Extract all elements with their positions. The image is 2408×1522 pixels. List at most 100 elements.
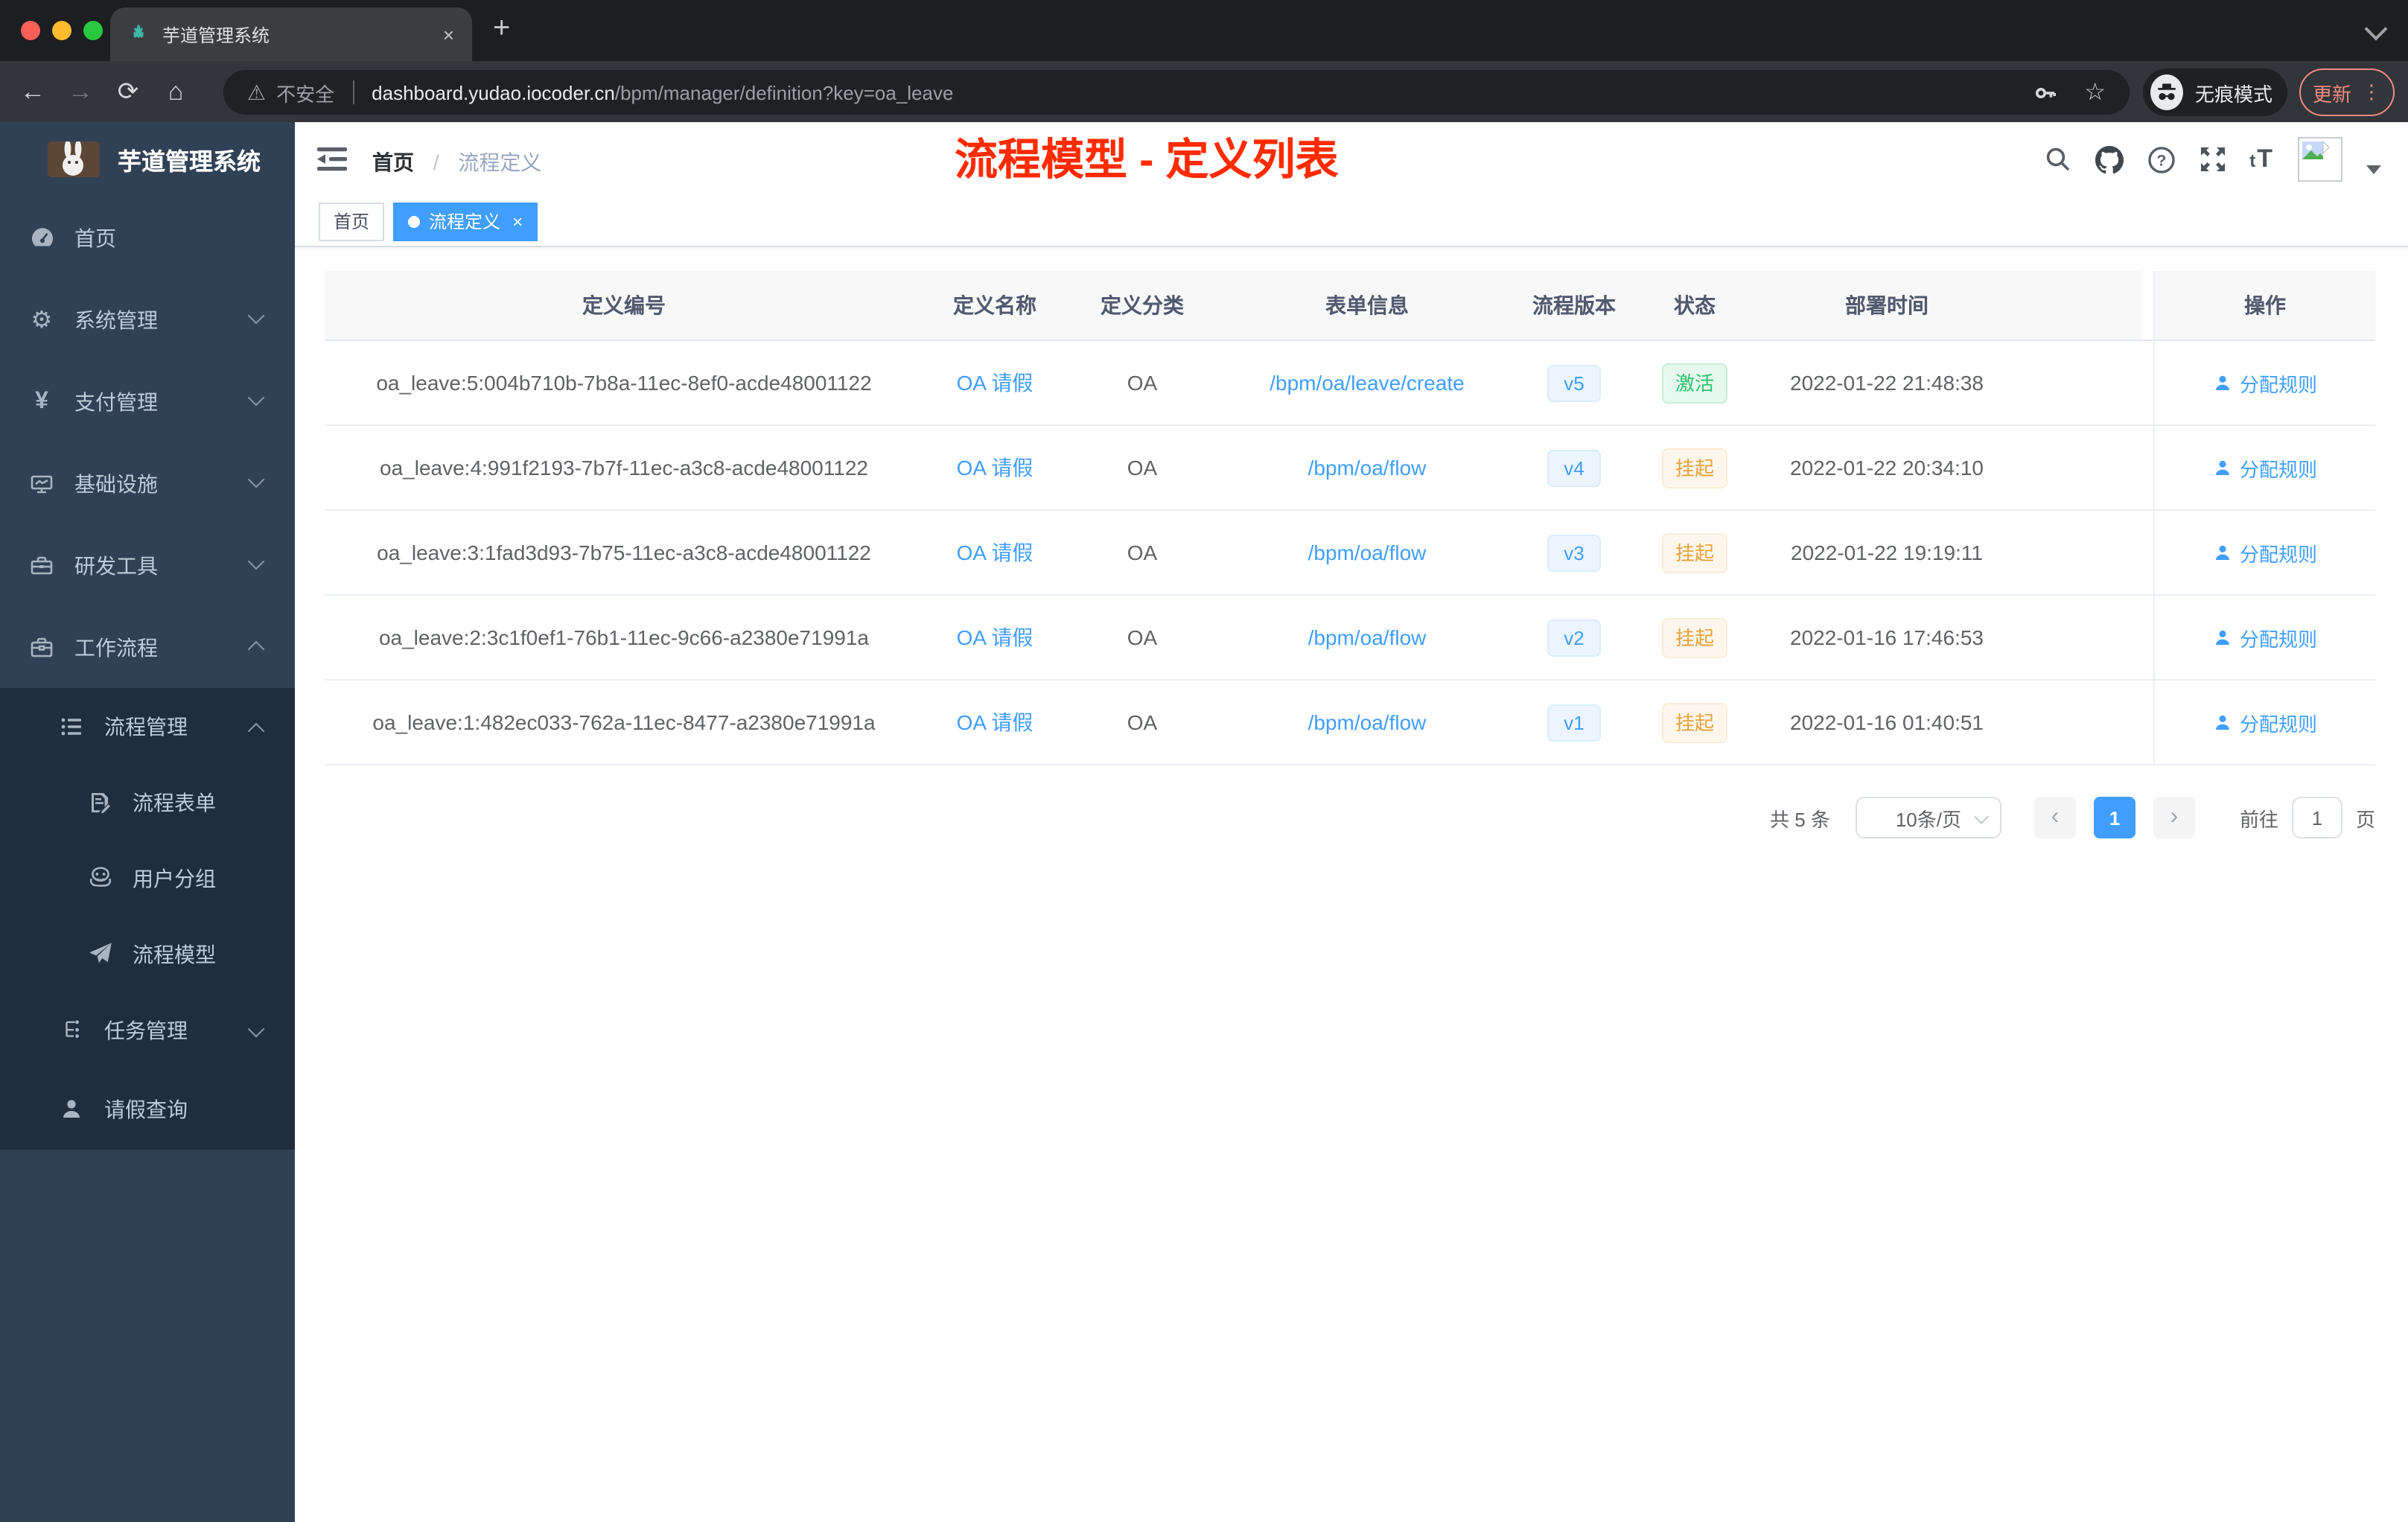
- sidebar-item-process-form[interactable]: 流程表单: [0, 764, 295, 840]
- browser-window: 芋道管理系统 × + ← → ⟳ ⌂ ⚠ 不安全 dashboard.yudao…: [0, 0, 2408, 1522]
- pagination-total: 共 5 条: [1770, 808, 1830, 830]
- tab-search-chevron-icon[interactable]: [2364, 17, 2388, 41]
- sidebar-item-task-management[interactable]: 任务管理: [0, 992, 295, 1068]
- column-header: 表单信息: [1218, 271, 1516, 340]
- reload-icon[interactable]: ⟳: [107, 61, 149, 122]
- form-link[interactable]: /bpm/oa/flow: [1308, 625, 1427, 649]
- browser-tab[interactable]: 芋道管理系统 ×: [110, 7, 472, 61]
- forward-icon[interactable]: →: [60, 61, 101, 122]
- user-icon: [2216, 544, 2229, 559]
- assign-rule-label: 分配规则: [2239, 458, 2317, 480]
- form-link[interactable]: /bpm/oa/flow: [1308, 710, 1427, 734]
- key-icon[interactable]: [2032, 80, 2057, 105]
- address-bar[interactable]: ⚠ 不安全 dashboard.yudao.iocoder.cn/bpm/man…: [223, 70, 2130, 115]
- goto-page-input[interactable]: [2291, 797, 2342, 838]
- toolbox-icon: [28, 552, 55, 579]
- sidebar-item-leave-query[interactable]: 请假查询: [0, 1068, 295, 1150]
- sidebar-collapse-icon[interactable]: [317, 146, 347, 173]
- table-row: oa_leave:1:482ec033-762a-11ec-8477-a2380…: [325, 681, 2375, 765]
- prev-page-button[interactable]: ‹: [2033, 797, 2076, 838]
- help-icon[interactable]: ?: [2147, 145, 2175, 173]
- assign-rule-link[interactable]: 分配规则: [2213, 623, 2317, 652]
- deploy-time: 2022-01-22 19:19:11: [1791, 541, 1983, 564]
- svg-text:?: ?: [2156, 152, 2166, 169]
- status-badge: 挂起: [1661, 702, 1727, 742]
- status-badge: 激活: [1661, 363, 1727, 403]
- new-tab-button[interactable]: +: [493, 12, 510, 46]
- column-header: 定义编号: [325, 271, 923, 340]
- sidebar-item-label: 系统管理: [74, 308, 158, 331]
- browser-update-button[interactable]: 更新 ⋮: [2299, 69, 2395, 116]
- github-icon[interactable]: [2095, 145, 2124, 173]
- sidebar-item-home[interactable]: 首页: [0, 197, 295, 278]
- definition-table: 定义编号 定义名称 定义分类 表单信息 流程版本 状态 部署时间 操作 oa_l…: [325, 271, 2375, 765]
- deploy-time: 2022-01-16 17:46:53: [1790, 625, 1984, 649]
- search-icon[interactable]: [2044, 146, 2071, 173]
- sidebar-item-infrastructure[interactable]: 基础设施: [0, 442, 295, 524]
- sidebar-item-label: 流程表单: [133, 790, 216, 814]
- browser-menu-dots-icon[interactable]: ⋮: [2362, 82, 2381, 101]
- definition-name-link[interactable]: OA 请假: [957, 707, 1033, 737]
- next-page-button[interactable]: ›: [2153, 797, 2195, 838]
- assign-rule-link[interactable]: 分配规则: [2213, 369, 2317, 397]
- definition-id: oa_leave:5:004b710b-7b8a-11ec-8ef0-acde4…: [376, 371, 872, 395]
- definition-name-link[interactable]: OA 请假: [957, 453, 1033, 483]
- dashboard-icon: [28, 224, 55, 251]
- current-page-button[interactable]: 1: [2093, 797, 2135, 838]
- sidebar-item-payment[interactable]: ¥ 支付管理: [0, 360, 295, 442]
- column-header: 状态: [1632, 271, 1757, 340]
- monitor-icon: [28, 470, 55, 497]
- form-link[interactable]: /bpm/oa/flow: [1308, 541, 1427, 564]
- minimize-window-button[interactable]: [52, 21, 71, 40]
- tab-close-icon[interactable]: ×: [443, 23, 454, 45]
- security-warning-icon[interactable]: ⚠: [247, 80, 266, 105]
- back-icon[interactable]: ←: [12, 61, 54, 122]
- definition-category: OA: [1127, 541, 1158, 564]
- definition-name-link[interactable]: OA 请假: [957, 623, 1033, 652]
- status-badge: 挂起: [1661, 617, 1727, 657]
- bookmark-star-icon[interactable]: ☆: [2084, 77, 2106, 107]
- column-header: 定义名称: [923, 271, 1066, 340]
- incognito-badge: 无痕模式: [2143, 69, 2287, 116]
- zoom-window-button[interactable]: [83, 21, 103, 40]
- sidebar-item-process-model[interactable]: 流程模型: [0, 916, 295, 992]
- avatar[interactable]: [2298, 137, 2342, 182]
- table-row: oa_leave:2:3c1f0ef1-76b1-11ec-9c66-a2380…: [325, 596, 2375, 681]
- definition-name-link[interactable]: OA 请假: [957, 538, 1033, 567]
- tree-icon: [58, 1016, 85, 1043]
- top-navbar: 首页 / 流程定义 流程模型 - 定义列表 ? tT: [295, 122, 2408, 197]
- assign-rule-link[interactable]: 分配规则: [2213, 708, 2317, 736]
- avatar-caret-icon[interactable]: [2366, 165, 2381, 174]
- tag-process-definition[interactable]: 流程定义 ×: [393, 202, 538, 241]
- home-icon[interactable]: ⌂: [155, 61, 197, 122]
- window-controls: [21, 21, 103, 40]
- tab-strip: 芋道管理系统 × +: [0, 0, 2408, 61]
- assign-rule-link[interactable]: 分配规则: [2213, 538, 2317, 567]
- sidebar: 芋道管理系统 首页 ⚙ 系统管理 ¥ 支付管理 基础设施 研发工具 工作流程 流…: [0, 122, 295, 1522]
- close-window-button[interactable]: [21, 21, 40, 40]
- tag-home[interactable]: 首页: [319, 202, 385, 241]
- page-size-select[interactable]: 10条/页: [1855, 797, 2001, 838]
- sidebar-item-label: 用户分组: [133, 866, 216, 890]
- tag-close-icon[interactable]: ×: [512, 211, 523, 232]
- assign-rule-link[interactable]: 分配规则: [2213, 453, 2317, 482]
- goto-label: 前往: [2239, 808, 2278, 830]
- sidebar-item-user-group[interactable]: 用户分组: [0, 840, 295, 916]
- form-link[interactable]: /bpm/oa/leave/create: [1270, 371, 1465, 395]
- chevron-down-icon: [1974, 809, 1989, 824]
- fullscreen-icon[interactable]: [2199, 146, 2226, 173]
- app-logo: 芋道管理系统: [0, 122, 295, 197]
- sidebar-item-process-management[interactable]: 流程管理: [0, 688, 295, 764]
- breadcrumb-home-link[interactable]: 首页: [372, 150, 414, 174]
- form-link[interactable]: /bpm/oa/flow: [1308, 456, 1427, 480]
- sidebar-item-workflow[interactable]: 工作流程: [0, 606, 295, 688]
- font-size-icon[interactable]: tT: [2249, 144, 2274, 174]
- sidebar-item-label: 支付管理: [74, 389, 158, 413]
- sidebar-item-label: 任务管理: [104, 1018, 188, 1042]
- sidebar-item-system[interactable]: ⚙ 系统管理: [0, 278, 295, 360]
- version-badge: v2: [1547, 619, 1601, 656]
- chevron-down-icon: [247, 1020, 265, 1038]
- workflow-submenu: 流程管理 流程表单 用户分组 流程模型 任务管理 请假查询: [0, 688, 295, 1150]
- definition-name-link[interactable]: OA 请假: [957, 368, 1033, 398]
- sidebar-item-devtools[interactable]: 研发工具: [0, 524, 295, 606]
